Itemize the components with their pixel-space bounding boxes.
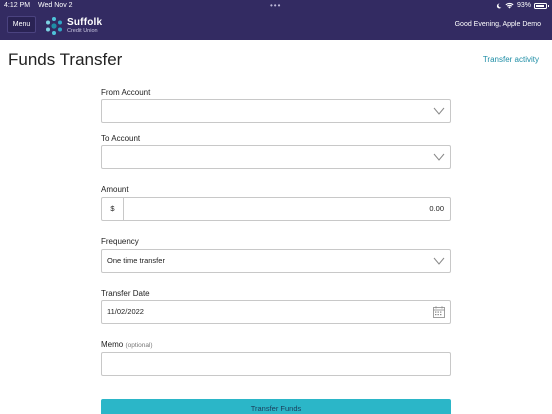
battery-level [536, 4, 545, 7]
brand-subtitle: Credit Union [67, 27, 98, 34]
transfer-date-label: Transfer Date [101, 289, 150, 298]
suffolk-logo[interactable]: Suffolk Credit Union [44, 15, 102, 37]
transfer-funds-button[interactable]: Transfer Funds [101, 399, 451, 414]
frequency-value: One time transfer [107, 256, 165, 265]
battery-icon [534, 2, 549, 9]
page-title: Funds Transfer [8, 50, 123, 69]
memo-input[interactable] [101, 352, 451, 376]
from-account-select[interactable] [101, 99, 451, 123]
from-account-label: From Account [101, 88, 151, 97]
currency-symbol: $ [102, 198, 124, 220]
status-time-date: 4:12 PM Wed Nov 2 [4, 0, 79, 11]
amount-input[interactable]: 0.00 [429, 198, 444, 220]
transfer-date-field[interactable]: 11/02/2022 [101, 300, 451, 324]
battery-percent: 93% [516, 2, 531, 9]
chevron-down-icon [433, 153, 445, 161]
frequency-select[interactable]: One time transfer [101, 249, 451, 273]
status-indicators: 93% [496, 0, 549, 11]
brand-name: Suffolk [67, 16, 103, 28]
memo-optional-text: (optional) [125, 342, 153, 349]
wifi-icon [505, 2, 514, 9]
memo-label: Memo (optional) [101, 340, 153, 349]
logo-mark-icon [46, 17, 62, 35]
greeting-text: Good Evening, Apple Demo [454, 21, 541, 28]
to-account-select[interactable] [101, 145, 451, 169]
transfer-activity-link[interactable]: Transfer activity [483, 55, 539, 64]
memo-label-text: Memo [101, 340, 124, 349]
status-time: 4:12 PM [4, 2, 31, 9]
app-header: Menu Suffolk Credit Union Good Evening, … [0, 11, 552, 40]
multitasking-dots[interactable]: ••• [270, 0, 281, 11]
status-date: Wed Nov 2 [38, 2, 73, 9]
to-account-label: To Account [101, 134, 141, 143]
chevron-down-icon [433, 107, 445, 115]
menu-button[interactable]: Menu [7, 16, 36, 33]
transfer-date-value: 11/02/2022 [107, 307, 144, 316]
amount-label: Amount [101, 185, 129, 194]
amount-field[interactable]: $ 0.00 [101, 197, 451, 221]
calendar-icon[interactable] [433, 306, 445, 318]
status-bar: 4:12 PM Wed Nov 2 ••• 93% [0, 0, 552, 11]
frequency-label: Frequency [101, 237, 139, 246]
chevron-down-icon [433, 257, 445, 265]
moon-icon [496, 3, 502, 8]
